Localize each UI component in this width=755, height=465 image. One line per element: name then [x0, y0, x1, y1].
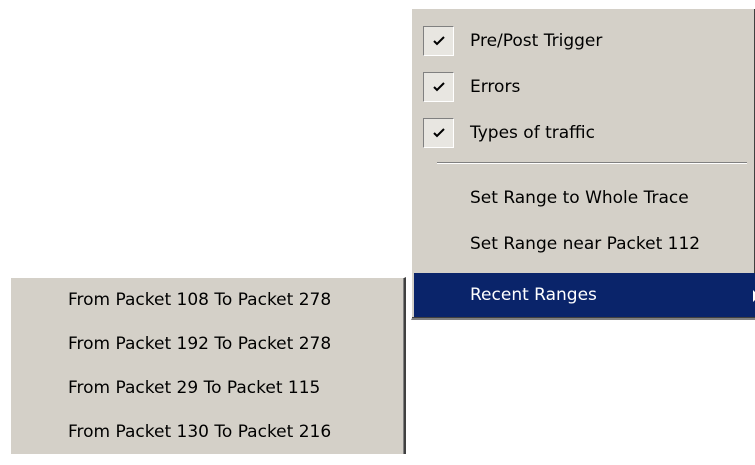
- menu-item-label: Set Range near Packet 112: [470, 234, 701, 254]
- submenu-item-label: From Packet 108 To Packet 278: [68, 290, 332, 310]
- menu-item-errors[interactable]: Errors: [414, 65, 755, 109]
- submenu-item-label: From Packet 29 To Packet 115: [68, 378, 321, 398]
- menu-item-label: Set Range to Whole Trace: [470, 188, 689, 208]
- submenu-item-label: From Packet 130 To Packet 216: [68, 422, 332, 442]
- submenu-item-range[interactable]: From Packet 29 To Packet 115: [11, 366, 404, 410]
- submenu-item-range[interactable]: From Packet 192 To Packet 278: [11, 322, 404, 366]
- menu-item-label: Errors: [470, 77, 521, 97]
- menu-item-label: Recent Ranges: [470, 285, 597, 305]
- menu-item-set-range-near-packet[interactable]: Set Range near Packet 112: [414, 222, 755, 266]
- menu-item-types-of-traffic[interactable]: Types of traffic: [414, 111, 755, 155]
- screen: Pre/Post Trigger Errors Types of traffic…: [0, 0, 755, 465]
- submenu-item-range[interactable]: From Packet 130 To Packet 216: [11, 410, 404, 454]
- menu-item-recent-ranges[interactable]: Recent Ranges: [414, 273, 755, 317]
- menu-separator: [437, 162, 747, 164]
- check-icon: [423, 72, 454, 102]
- recent-ranges-submenu: From Packet 108 To Packet 278 From Packe…: [10, 277, 406, 454]
- menu-item-label: Types of traffic: [470, 123, 595, 143]
- menu-item-pre-post-trigger[interactable]: Pre/Post Trigger: [414, 19, 755, 63]
- check-icon: [423, 118, 454, 148]
- menu-item-label: Pre/Post Trigger: [470, 31, 603, 51]
- context-menu: Pre/Post Trigger Errors Types of traffic…: [411, 8, 755, 320]
- submenu-item-range[interactable]: From Packet 108 To Packet 278: [11, 278, 404, 322]
- menu-item-set-range-whole-trace[interactable]: Set Range to Whole Trace: [414, 176, 755, 220]
- submenu-item-label: From Packet 192 To Packet 278: [68, 334, 332, 354]
- check-icon: [423, 26, 454, 56]
